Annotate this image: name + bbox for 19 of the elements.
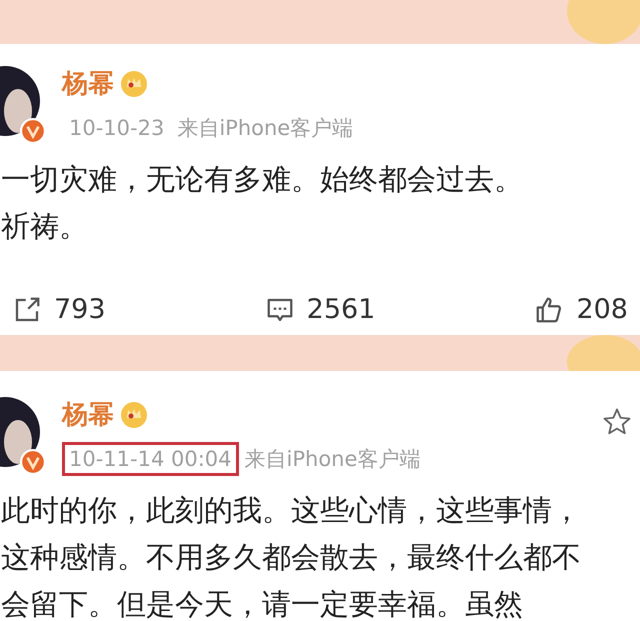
post-source: 来自iPhone客户端 — [244, 446, 420, 473]
post-text-line: 会留下。但是今天，请一定要幸福。虽然 — [1, 586, 524, 621]
post-time: 10-11-14 00:04 — [62, 442, 239, 476]
post-text-line: 这种感情。不用多久都会散去，最终什么都不 — [1, 539, 582, 576]
verified-badge-icon — [20, 449, 46, 475]
stat-count: 793 — [54, 294, 106, 325]
verified-badge-icon — [20, 118, 46, 144]
post-source: 来自iPhone客户端 — [177, 115, 354, 142]
post-time: 10-10-23 — [68, 115, 166, 142]
post-text-line: 此时的你，此刻的我。这些心情，这些事情， — [1, 492, 582, 529]
post-text-line: 祈祷。 — [1, 208, 89, 245]
post-text-line: 一切灾难，无论有多难。始终都会过去。 — [1, 161, 524, 198]
author-name[interactable]: 杨幂 — [62, 66, 114, 101]
crown-icon — [120, 400, 148, 428]
star-icon[interactable] — [602, 407, 632, 437]
stat-count: 208 — [576, 294, 628, 325]
stat-count: 2561 — [306, 294, 376, 325]
author-name[interactable]: 杨幂 — [62, 397, 114, 432]
crown-icon — [120, 70, 148, 98]
